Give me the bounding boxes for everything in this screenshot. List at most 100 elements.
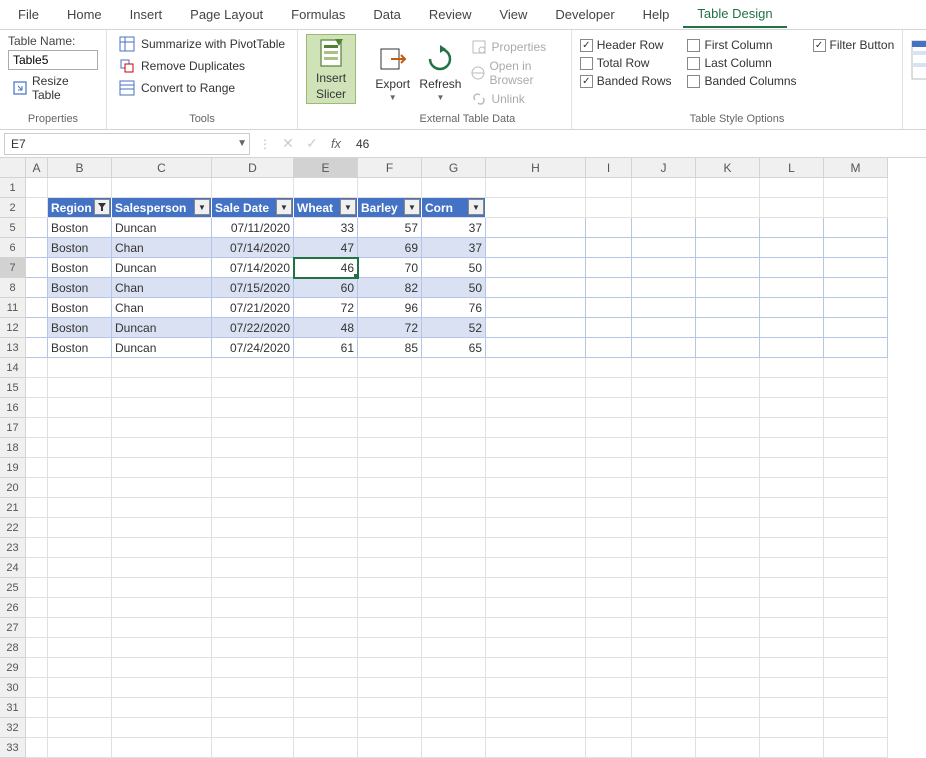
cell[interactable] (26, 598, 48, 618)
cell[interactable] (26, 318, 48, 338)
cell[interactable] (486, 638, 586, 658)
cell[interactable] (586, 378, 632, 398)
cell[interactable] (632, 518, 696, 538)
cell[interactable] (486, 238, 586, 258)
cell[interactable] (26, 538, 48, 558)
table-cell[interactable]: Chan (112, 238, 212, 258)
cell[interactable] (586, 738, 632, 758)
table-header[interactable]: Sale Date▼ (212, 198, 294, 218)
tab-insert[interactable]: Insert (116, 2, 177, 27)
cell[interactable] (586, 238, 632, 258)
cell[interactable] (824, 558, 888, 578)
cell[interactable] (760, 558, 824, 578)
row-header[interactable]: 8 (0, 278, 26, 298)
cell[interactable] (422, 478, 486, 498)
filter-button[interactable]: ▼ (276, 199, 292, 215)
cell[interactable] (294, 678, 358, 698)
filter-button[interactable]: ▼ (404, 199, 420, 215)
cell[interactable] (486, 558, 586, 578)
cell[interactable] (422, 498, 486, 518)
cell[interactable] (824, 618, 888, 638)
cell[interactable] (294, 178, 358, 198)
cell[interactable] (486, 318, 586, 338)
table-cell[interactable]: 07/14/2020 (212, 258, 294, 278)
table-cell[interactable]: Boston (48, 338, 112, 358)
cell[interactable] (358, 538, 422, 558)
cell[interactable] (48, 698, 112, 718)
cell[interactable] (112, 618, 212, 638)
cell[interactable] (696, 238, 760, 258)
cell[interactable] (112, 398, 212, 418)
table-cell[interactable]: 07/21/2020 (212, 298, 294, 318)
table-cell[interactable]: 70 (358, 258, 422, 278)
cell[interactable] (294, 458, 358, 478)
table-cell[interactable]: 76 (422, 298, 486, 318)
cell[interactable] (632, 398, 696, 418)
cell[interactable] (212, 358, 294, 378)
table-cell[interactable]: 85 (358, 338, 422, 358)
cell[interactable] (586, 658, 632, 678)
table-cell[interactable]: 48 (294, 318, 358, 338)
cell[interactable] (48, 718, 112, 738)
cell[interactable] (294, 618, 358, 638)
col-header[interactable]: B (48, 158, 112, 178)
cell[interactable] (632, 358, 696, 378)
row-header[interactable]: 13 (0, 338, 26, 358)
cell[interactable] (586, 438, 632, 458)
cell[interactable] (586, 358, 632, 378)
cell[interactable] (212, 518, 294, 538)
cell[interactable] (760, 518, 824, 538)
col-header[interactable]: K (696, 158, 760, 178)
cell[interactable] (422, 658, 486, 678)
check-last-column[interactable]: Last Column (687, 56, 796, 70)
cell[interactable] (422, 618, 486, 638)
table-cell[interactable]: Boston (48, 318, 112, 338)
cell[interactable] (586, 518, 632, 538)
cell[interactable] (212, 658, 294, 678)
cell[interactable] (212, 438, 294, 458)
cell[interactable] (26, 738, 48, 758)
tab-file[interactable]: File (4, 2, 53, 27)
cell[interactable] (824, 698, 888, 718)
table-cell[interactable]: 37 (422, 218, 486, 238)
cell[interactable] (696, 278, 760, 298)
cell[interactable] (632, 318, 696, 338)
cell[interactable] (586, 458, 632, 478)
cell[interactable] (26, 698, 48, 718)
cell[interactable] (26, 238, 48, 258)
row-header[interactable]: 25 (0, 578, 26, 598)
table-cell[interactable]: Boston (48, 278, 112, 298)
cell[interactable] (358, 178, 422, 198)
cell[interactable] (212, 418, 294, 438)
table-cell[interactable]: Duncan (112, 258, 212, 278)
remove-duplicates-button[interactable]: Remove Duplicates (115, 56, 249, 76)
cell[interactable] (760, 218, 824, 238)
cell[interactable] (26, 298, 48, 318)
cell[interactable] (760, 278, 824, 298)
row-header[interactable]: 32 (0, 718, 26, 738)
summarize-pivot-button[interactable]: Summarize with PivotTable (115, 34, 289, 54)
cell[interactable] (760, 638, 824, 658)
cell[interactable] (632, 698, 696, 718)
cell[interactable] (294, 538, 358, 558)
cell[interactable] (632, 338, 696, 358)
cell[interactable] (212, 598, 294, 618)
cell[interactable] (696, 598, 760, 618)
cell[interactable] (358, 738, 422, 758)
cell[interactable] (760, 698, 824, 718)
cell[interactable] (696, 258, 760, 278)
table-cell[interactable]: Boston (48, 218, 112, 238)
table-cell[interactable]: Duncan (112, 318, 212, 338)
cell[interactable] (422, 598, 486, 618)
cell[interactable] (48, 678, 112, 698)
row-header[interactable]: 16 (0, 398, 26, 418)
row-header[interactable]: 18 (0, 438, 26, 458)
cell[interactable] (824, 538, 888, 558)
cell[interactable] (586, 218, 632, 238)
row-header[interactable]: 26 (0, 598, 26, 618)
cell[interactable] (760, 418, 824, 438)
cell[interactable] (586, 698, 632, 718)
cell[interactable] (48, 578, 112, 598)
cell[interactable] (632, 578, 696, 598)
cell[interactable] (48, 458, 112, 478)
